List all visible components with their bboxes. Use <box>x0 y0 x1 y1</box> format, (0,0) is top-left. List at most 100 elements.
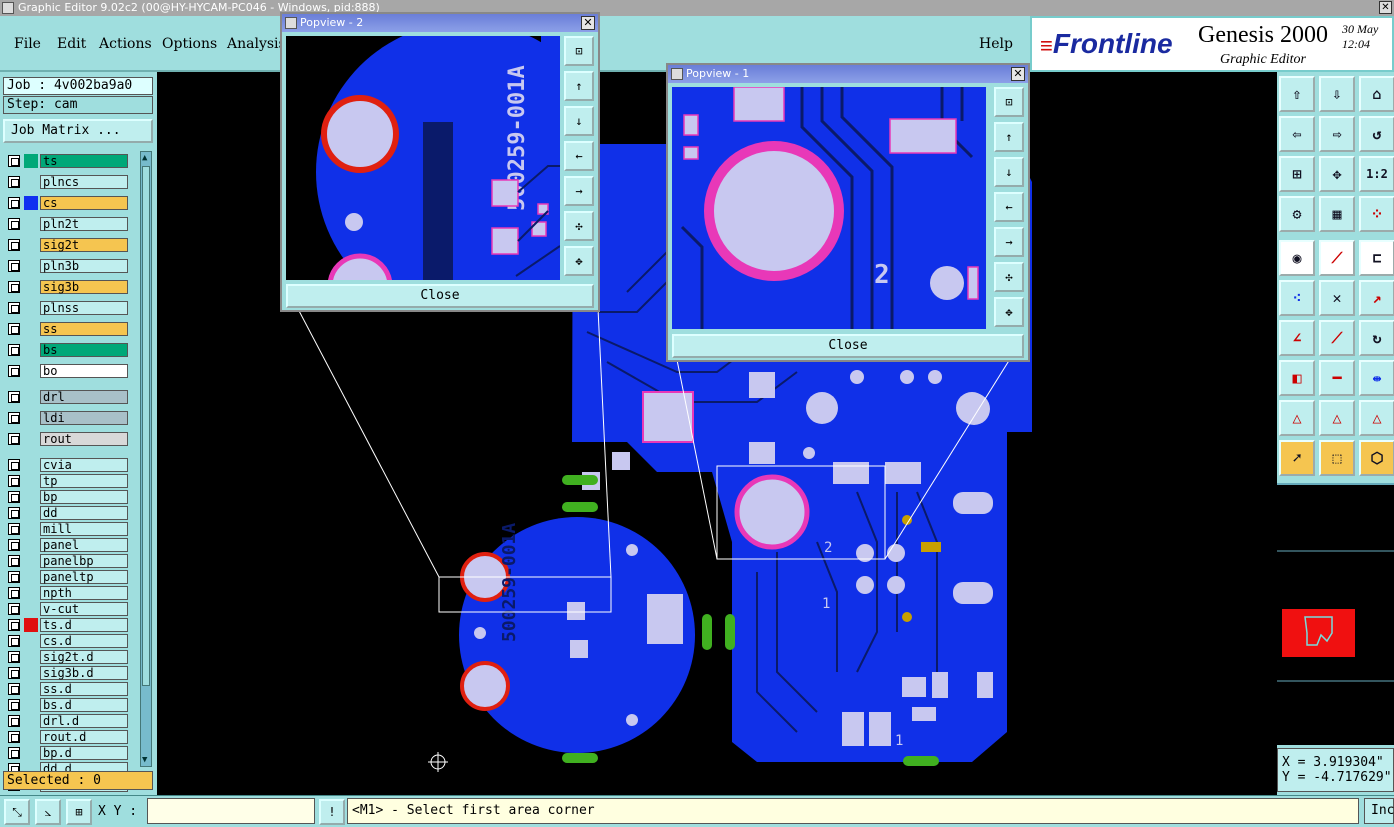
layer-checkbox[interactable] <box>8 603 20 615</box>
layer-name[interactable]: tp <box>40 474 128 488</box>
layer-color-swatch[interactable] <box>24 522 38 536</box>
popview-2-close-icon[interactable]: ✕ <box>581 16 595 30</box>
popview-2-view[interactable]: 500259-001A <box>286 36 560 280</box>
layer-row[interactable]: tp <box>4 473 129 488</box>
menu-file[interactable]: File <box>14 36 41 52</box>
scroll-down-icon[interactable]: ▼ <box>142 756 150 765</box>
add-line-icon[interactable]: ⟋ <box>1319 240 1355 276</box>
layer-checkbox[interactable] <box>8 747 20 759</box>
layer-checkbox[interactable] <box>8 587 20 599</box>
layer-name[interactable]: cvia <box>40 458 128 472</box>
layer-checkbox[interactable] <box>8 715 20 727</box>
layer-checkbox[interactable] <box>8 281 20 293</box>
popview-2-zoom-in-icon[interactable]: ✣ <box>564 211 594 241</box>
menu-options[interactable]: Options <box>162 36 217 52</box>
zoom-1-2-icon[interactable]: 1:2 <box>1359 156 1394 192</box>
layer-checkbox[interactable] <box>8 731 20 743</box>
layer-name[interactable]: ts <box>40 154 128 168</box>
grid-icon[interactable]: ▦ <box>1319 196 1355 232</box>
popview-1-pan-right-icon[interactable]: → <box>994 227 1024 257</box>
layer-row[interactable]: ts <box>4 153 129 168</box>
layer-checkbox[interactable] <box>8 302 20 314</box>
pan-up-icon[interactable]: ⇧ <box>1279 76 1315 112</box>
measure-icon[interactable]: ⚙ <box>1279 196 1315 232</box>
layer-color-swatch[interactable] <box>24 618 38 632</box>
layer-color-swatch[interactable] <box>24 634 38 648</box>
layer-color-swatch[interactable] <box>24 586 38 600</box>
layer-checkbox[interactable] <box>8 391 20 403</box>
layer-color-swatch[interactable] <box>24 154 38 168</box>
menu-actions[interactable]: Actions <box>99 36 152 52</box>
layer-color-swatch[interactable] <box>24 506 38 520</box>
popview-2-pan-down-icon[interactable]: ↓ <box>564 106 594 136</box>
layer-checkbox[interactable] <box>8 365 20 377</box>
popview-1-view[interactable]: 2 <box>672 87 986 329</box>
popview-2-pan-up-icon[interactable]: ↑ <box>564 71 594 101</box>
layer-row[interactable]: sig2t <box>4 237 129 252</box>
layer-checkbox[interactable] <box>8 571 20 583</box>
layer-color-swatch[interactable] <box>24 730 38 744</box>
popview-1-pan-left-icon[interactable]: ← <box>994 192 1024 222</box>
layer-name[interactable]: panel <box>40 538 128 552</box>
layer-name[interactable]: sig2t <box>40 238 128 252</box>
layer-checkbox[interactable] <box>8 433 20 445</box>
layer-checkbox[interactable] <box>8 323 20 335</box>
layer-checkbox[interactable] <box>8 619 20 631</box>
popview-1-zoom-in-icon[interactable]: ✣ <box>994 262 1024 292</box>
layer-checkbox[interactable] <box>8 539 20 551</box>
layer-row[interactable]: ldi <box>4 410 129 425</box>
layer-name[interactable]: pln3b <box>40 259 128 273</box>
layer-row[interactable]: sig3b <box>4 279 129 294</box>
popview-2-close-button[interactable]: Close <box>286 284 594 308</box>
layer-color-swatch[interactable] <box>24 280 38 294</box>
layer-row[interactable]: plncs <box>4 174 129 189</box>
layer-checkbox[interactable] <box>8 667 20 679</box>
job-matrix-button[interactable]: Job Matrix ... <box>3 119 153 143</box>
layer-color-swatch[interactable] <box>24 238 38 252</box>
ruler-icon[interactable]: ⊏ <box>1359 240 1394 276</box>
popview-2-pan-left-icon[interactable]: ← <box>564 141 594 171</box>
layer-name[interactable]: paneltp <box>40 570 128 584</box>
layer-checkbox[interactable] <box>8 176 20 188</box>
scroll-thumb[interactable] <box>142 166 150 686</box>
overview-minimap[interactable] <box>1277 483 1394 745</box>
layer-checkbox[interactable] <box>8 555 20 567</box>
layer-name[interactable]: drl <box>40 390 128 404</box>
layer-row[interactable]: bs.d <box>4 697 129 712</box>
layer-color-swatch[interactable] <box>24 301 38 315</box>
layer-checkbox[interactable] <box>8 651 20 663</box>
layer-checkbox[interactable] <box>8 218 20 230</box>
popview-1-close-button[interactable]: Close <box>672 334 1024 358</box>
layer-row[interactable]: cs <box>4 195 129 210</box>
layer-color-swatch[interactable] <box>24 698 38 712</box>
layer-row[interactable]: bp <box>4 489 129 504</box>
triangle-b-icon[interactable]: △ <box>1319 400 1355 436</box>
layer-checkbox[interactable] <box>8 683 20 695</box>
layer-row[interactable]: v-cut <box>4 601 129 616</box>
layer-row[interactable]: ss <box>4 321 129 336</box>
menu-analysis[interactable]: Analysis <box>227 36 286 52</box>
layer-row[interactable]: sig3b.d <box>4 665 129 680</box>
layer-color-swatch[interactable] <box>24 390 38 404</box>
layer-color-swatch[interactable] <box>24 432 38 446</box>
popview-1-zoom-home-icon[interactable]: ⊡ <box>994 87 1024 117</box>
popview-1-pan-down-icon[interactable]: ↓ <box>994 157 1024 187</box>
layer-row[interactable]: dd <box>4 505 129 520</box>
layer-row[interactable]: paneltp <box>4 569 129 584</box>
layer-row[interactable]: bo <box>4 363 129 378</box>
layer-row[interactable]: pln3b <box>4 258 129 273</box>
window-close-button[interactable]: ✕ <box>1379 1 1392 14</box>
layer-name[interactable]: ldi <box>40 411 128 425</box>
layer-name[interactable]: cs.d <box>40 634 128 648</box>
select-arrow-icon[interactable]: ➚ <box>1279 440 1315 476</box>
scroll-up-icon[interactable]: ▲ <box>142 154 150 163</box>
layer-row[interactable]: pln2t <box>4 216 129 231</box>
zoom-fit-icon[interactable]: ⊞ <box>1279 156 1315 192</box>
layer-name[interactable]: ts.d <box>40 618 128 632</box>
layer-checkbox[interactable] <box>8 507 20 519</box>
layer-color-swatch[interactable] <box>24 364 38 378</box>
layer-row[interactable]: rout <box>4 431 129 446</box>
layer-color-swatch[interactable] <box>24 343 38 357</box>
layer-checkbox[interactable] <box>8 491 20 503</box>
layer-row[interactable]: drl.d <box>4 713 129 728</box>
